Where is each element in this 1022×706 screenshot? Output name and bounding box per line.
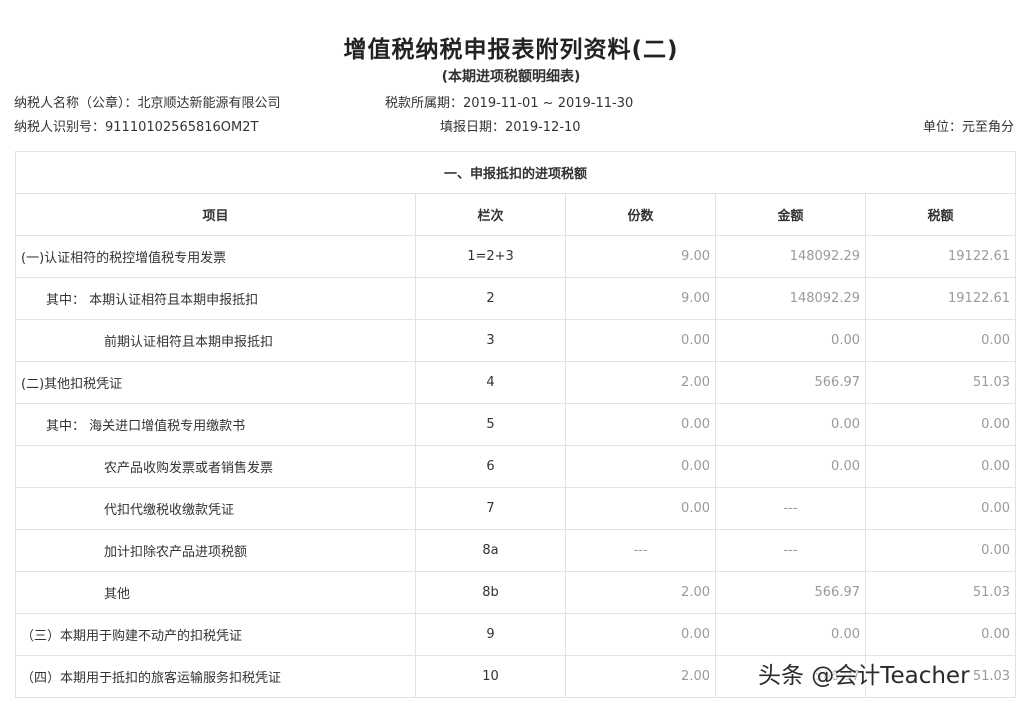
- row-count: 0.00: [565, 319, 716, 362]
- table-row: 其中： 本期认证相符且本期申报抵扣 2 9.00 148092.29 19122…: [15, 277, 1017, 320]
- row-amount: 148092.29: [715, 277, 866, 320]
- row-item: 农产品收购发票或者销售发票: [15, 445, 416, 488]
- table-row: 前期认证相符且本期申报抵扣 3 0.00 0.00 0.00: [15, 319, 1017, 362]
- row-amount: 0.00: [715, 403, 866, 446]
- table-row: 其中： 海关进口增值税专用缴款书 5 0.00 0.00 0.00: [15, 403, 1017, 446]
- row-count: 9.00: [565, 277, 716, 320]
- row-tax: 0.00: [864, 319, 1017, 362]
- row-line-no: 10: [415, 655, 566, 698]
- row-item: 其中： 海关进口增值税专用缴款书: [15, 403, 416, 446]
- row-item: 其他: [15, 571, 416, 614]
- header-line-no: 栏次: [415, 193, 566, 236]
- row-count: ---: [565, 529, 716, 572]
- row-count: 2.00: [565, 655, 716, 698]
- row-tax: 0.00: [864, 529, 1017, 572]
- row-count: 9.00: [565, 235, 716, 278]
- table-row: （三）本期用于购建不动产的扣税凭证 9 0.00 0.00 0.00: [15, 613, 1017, 656]
- row-count: 0.00: [565, 613, 716, 656]
- row-line-no: 2: [415, 277, 566, 320]
- taxpayer-name: 纳税人名称（公章）：北京顺达新能源有限公司: [14, 96, 281, 111]
- table-row: (一)认证相符的税控增值税专用发票 1=2+3 9.00 148092.29 1…: [15, 235, 1017, 278]
- header-tax: 税额: [864, 193, 1017, 236]
- input-tax-table: 一、申报抵扣的进项税额 项目 栏次 份数 金额 税额 (一)认证相符的税控增值税…: [14, 151, 1017, 698]
- column-header-row: 项目 栏次 份数 金额 税额: [15, 193, 1017, 236]
- taxpayer-id: 纳税人识别号：91110102565816OM2T: [14, 120, 259, 135]
- row-count: 2.00: [565, 571, 716, 614]
- row-item: （三）本期用于购建不动产的扣税凭证: [15, 613, 416, 656]
- row-amount: 0.00: [715, 613, 866, 656]
- row-tax: 51.03: [864, 571, 1017, 614]
- header-amount: 金额: [715, 193, 866, 236]
- row-line-no: 7: [415, 487, 566, 530]
- tax-period: 税款所属期：2019-11-01 ~ 2019-11-30: [385, 96, 634, 111]
- row-amount: 0.00: [715, 319, 866, 362]
- row-tax: 0.00: [864, 487, 1017, 530]
- row-amount: ---: [715, 487, 866, 530]
- table-row: (二)其他扣税凭证 4 2.00 566.97 51.03: [15, 361, 1017, 404]
- table-row: 代扣代缴税收缴款凭证 7 0.00 --- 0.00: [15, 487, 1017, 530]
- row-item: (二)其他扣税凭证: [15, 361, 416, 404]
- row-amount: ---: [715, 529, 866, 572]
- row-count: 0.00: [565, 487, 716, 530]
- row-item: 前期认证相符且本期申报抵扣: [15, 319, 416, 362]
- row-item: （四）本期用于抵扣的旅客运输服务扣税凭证: [15, 655, 416, 698]
- row-amount: 0.00: [715, 445, 866, 488]
- row-amount: 566.97: [715, 571, 866, 614]
- row-count: 2.00: [565, 361, 716, 404]
- row-tax: 0.00: [864, 403, 1017, 446]
- row-item: 加计扣除农产品进项税额: [15, 529, 416, 572]
- row-line-no: 9: [415, 613, 566, 656]
- row-tax: 0.00: [864, 445, 1017, 488]
- row-line-no: 1=2+3: [415, 235, 566, 278]
- row-line-no: 4: [415, 361, 566, 404]
- table-row: 农产品收购发票或者销售发票 6 0.00 0.00 0.00: [15, 445, 1017, 488]
- currency-unit: 单位：元至角分: [922, 120, 1014, 135]
- row-item: (一)认证相符的税控增值税专用发票: [15, 235, 416, 278]
- row-amount: 566.97: [715, 361, 866, 404]
- row-tax: 51.03: [864, 361, 1017, 404]
- row-count: 0.00: [565, 403, 716, 446]
- row-item: 代扣代缴税收缴款凭证: [15, 487, 416, 530]
- row-item: 其中： 本期认证相符且本期申报抵扣: [15, 277, 416, 320]
- row-line-no: 6: [415, 445, 566, 488]
- section-title: 一、申报抵扣的进项税额: [14, 151, 1017, 194]
- table-row: 加计扣除农产品进项税额 8a --- --- 0.00: [15, 529, 1017, 572]
- row-line-no: 3: [415, 319, 566, 362]
- watermark: 头条 @会计Teacher: [758, 663, 970, 689]
- header-count: 份数: [565, 193, 716, 236]
- section-header-row: 一、申报抵扣的进项税额: [14, 151, 1017, 194]
- fill-date: 填报日期：2019-12-10: [440, 120, 581, 135]
- row-tax: 19122.61: [864, 235, 1017, 278]
- page-subtitle: (本期进项税额明细表): [441, 69, 581, 85]
- row-tax: 19122.61: [864, 277, 1017, 320]
- page-title: 增值税纳税申报表附列资料(二): [343, 37, 679, 63]
- row-line-no: 8a: [415, 529, 566, 572]
- header-item: 项目: [15, 193, 416, 236]
- row-count: 0.00: [565, 445, 716, 488]
- table-row: 其他 8b 2.00 566.97 51.03: [15, 571, 1017, 614]
- row-tax: 0.00: [864, 613, 1017, 656]
- row-line-no: 8b: [415, 571, 566, 614]
- row-line-no: 5: [415, 403, 566, 446]
- row-amount: 148092.29: [715, 235, 866, 278]
